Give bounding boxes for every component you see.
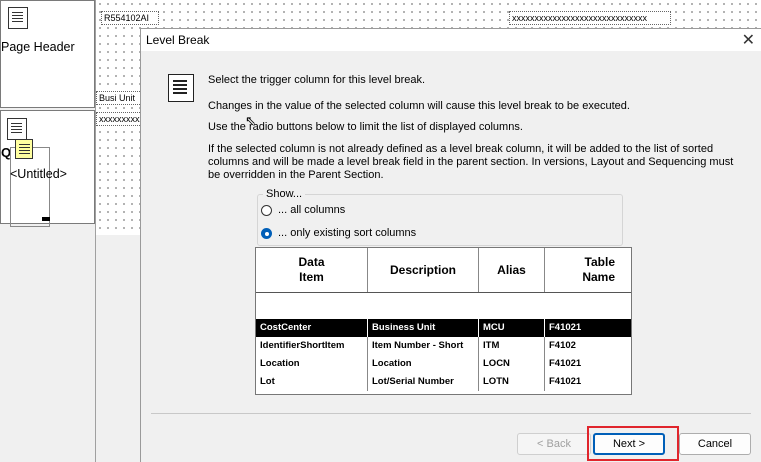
resize-handle[interactable] xyxy=(42,217,50,221)
section-panel: Page Header Q <Untitled> xyxy=(0,0,96,462)
dialog-title: Level Break xyxy=(146,33,210,47)
pattern-field-top[interactable]: xxxxxxxxxxxxxxxxxxxxxxxxxxxxxx xyxy=(509,11,671,25)
cell-description: Location xyxy=(368,355,479,373)
cell-alias: LOCN xyxy=(479,355,545,373)
header-alias[interactable]: Alias xyxy=(479,248,545,292)
table-row[interactable]: Location Location LOCN F41021 xyxy=(256,355,631,373)
header-description[interactable]: Description xyxy=(368,248,479,292)
show-group-legend: Show... xyxy=(263,188,306,200)
header-data-item-label: Data Item xyxy=(298,255,325,284)
cell-data-item: Location xyxy=(256,355,368,373)
mouse-cursor-icon: ⇖ xyxy=(245,113,256,128)
section-doc-icon xyxy=(15,139,33,159)
sort-columns-radio[interactable] xyxy=(261,228,272,239)
table-row[interactable]: CostCenter Business Unit MCU F41021 xyxy=(256,319,631,337)
header-data-item[interactable]: Data Item xyxy=(256,248,368,292)
cell-description: Business Unit xyxy=(368,319,479,337)
cell-data-item: IdentifierShortItem xyxy=(256,337,368,355)
page-header-label: Page Header xyxy=(1,40,75,54)
all-columns-radio[interactable] xyxy=(261,205,272,216)
cell-table-name: F41021 xyxy=(549,376,582,387)
header-table-name-label: Table Name xyxy=(582,255,615,284)
all-columns-label[interactable]: ... all columns xyxy=(278,204,345,216)
cell-table-name: F4102 xyxy=(549,340,576,351)
instruction-paragraph: If the selected column is not already de… xyxy=(208,143,734,181)
cell-alias: MCU xyxy=(479,319,545,337)
cell-alias: ITM xyxy=(479,337,545,355)
cell-description: Lot/Serial Number xyxy=(368,373,479,391)
cell-data-item: Lot xyxy=(256,373,368,391)
cell-description: Item Number - Short xyxy=(368,337,479,355)
header-table-name[interactable]: Table Name xyxy=(545,248,631,292)
page-header-section[interactable]: Page Header xyxy=(0,0,95,108)
close-icon[interactable]: ✕ xyxy=(742,30,755,50)
next-button-highlight xyxy=(587,426,679,461)
pattern-field[interactable]: xxxxxxxxxxxxxxxx xyxy=(96,112,146,126)
cell-table-name: F41021 xyxy=(549,358,582,369)
busi-unit-label-field[interactable]: Busi Unit xyxy=(96,91,142,105)
instruction-line-1: Select the trigger column for this level… xyxy=(208,74,426,86)
instruction-line-2: Changes in the value of the selected col… xyxy=(208,100,630,112)
level-break-icon xyxy=(168,74,194,102)
grid-header: Data Item Description Alias Table Name xyxy=(256,248,631,293)
page-header-icon xyxy=(8,7,28,29)
cell-alias: LOTN xyxy=(479,373,545,391)
table-row[interactable]: Lot Lot/Serial Number LOTN F41021 xyxy=(256,373,631,391)
cell-table-name: F41021 xyxy=(549,322,582,333)
cell-data-item: CostCenter xyxy=(256,319,368,337)
columns-grid[interactable]: Data Item Description Alias Table Name C… xyxy=(255,247,632,395)
sort-columns-label[interactable]: ... only existing sort columns xyxy=(278,227,416,239)
section-doc-icon xyxy=(7,118,27,140)
untitled-section[interactable]: Q <Untitled> xyxy=(0,110,95,227)
table-row[interactable]: IdentifierShortItem Item Number - Short … xyxy=(256,337,631,355)
dialog-titlebar: Level Break ✕ xyxy=(141,29,761,51)
button-separator xyxy=(151,413,751,414)
untitled-label: <Untitled> xyxy=(10,167,67,181)
report-id-field[interactable]: R554102AI xyxy=(101,11,159,25)
level-break-dialog: Level Break ✕ Select the trigger column … xyxy=(140,28,761,462)
untitled-frame xyxy=(10,147,50,227)
back-button[interactable]: < Back xyxy=(517,433,591,455)
cancel-button[interactable]: Cancel xyxy=(679,433,751,455)
